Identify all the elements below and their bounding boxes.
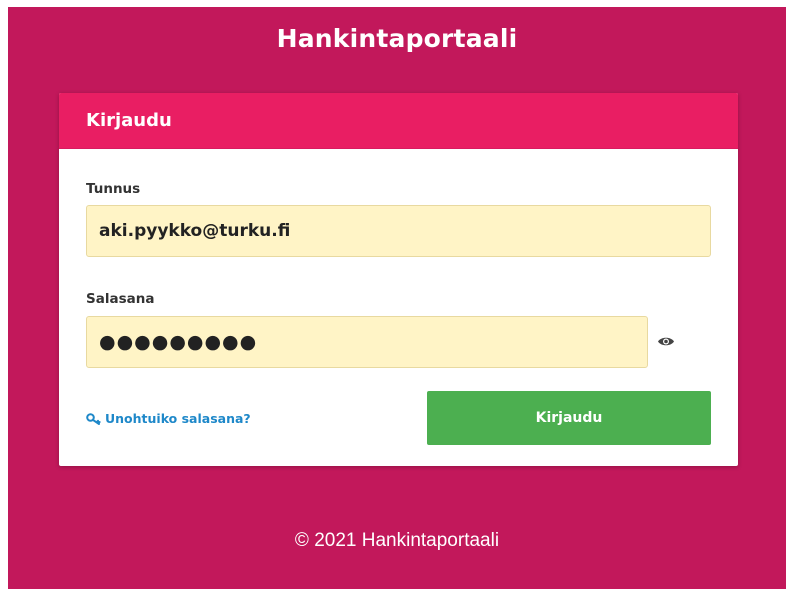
eye-icon[interactable] (657, 336, 675, 347)
forgot-password-label: Unohtuiko salasana? (105, 411, 251, 426)
app-title: Hankintaportaali (276, 24, 518, 53)
footer-copyright: © 2021 Hankintaportaali (294, 530, 500, 551)
forgot-password-link[interactable]: Unohtuiko salasana? (86, 411, 251, 426)
login-card-header: Kirjaudu (59, 93, 738, 149)
username-input[interactable]: aki.pyykko@turku.fi (86, 205, 711, 257)
password-label: Salasana (86, 291, 155, 307)
login-card-title: Kirjaudu (86, 110, 172, 131)
login-button[interactable]: Kirjaudu (427, 391, 711, 445)
password-input[interactable]: ●●●●●●●●● (86, 316, 648, 368)
username-label: Tunnus (86, 181, 141, 197)
key-icon (86, 412, 101, 425)
login-card: Kirjaudu Tunnus aki.pyykko@turku.fi Sala… (59, 93, 738, 466)
